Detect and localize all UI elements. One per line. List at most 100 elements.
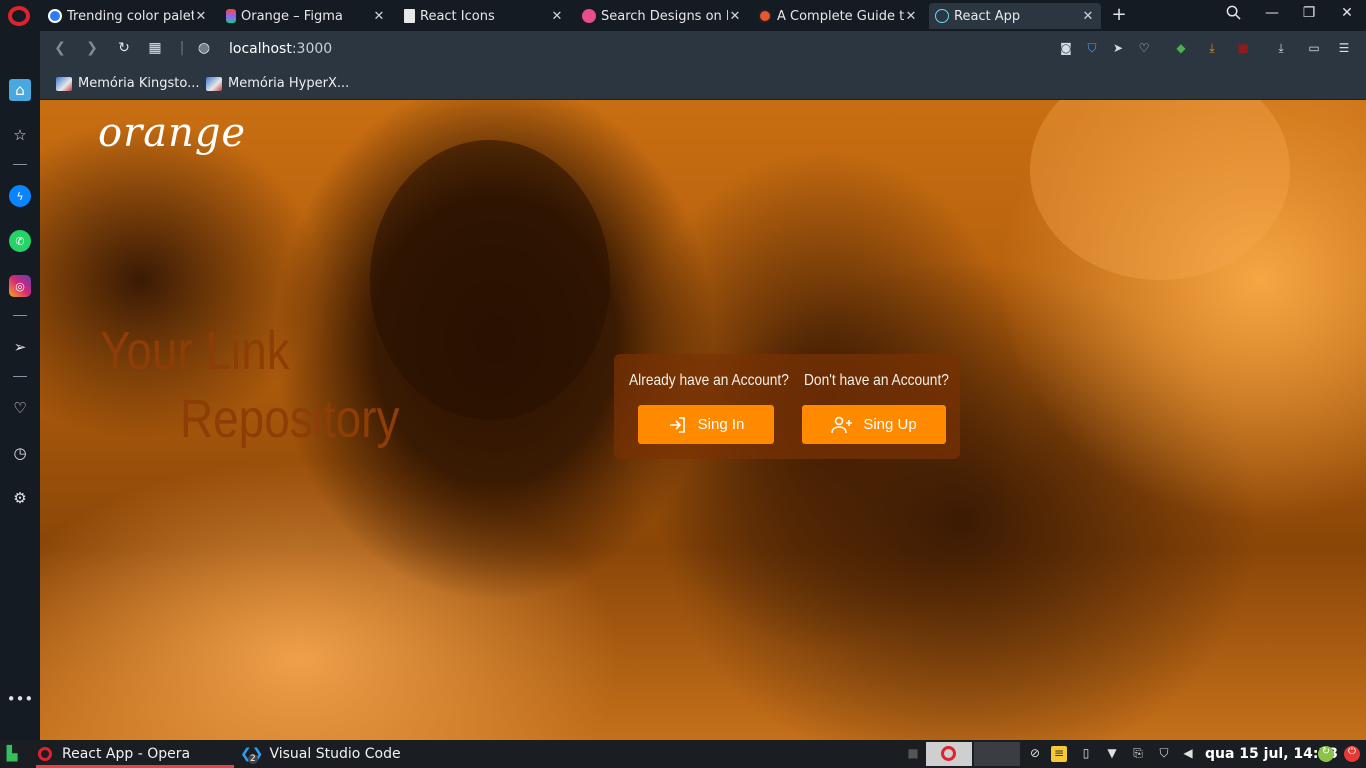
tab-css-tricks[interactable]: A Complete Guide to ✕ bbox=[752, 3, 924, 29]
search-tabs-icon[interactable] bbox=[1223, 5, 1243, 24]
opera-menu-icon[interactable] bbox=[8, 6, 30, 26]
login-icon bbox=[669, 416, 685, 433]
download-extension-icon[interactable]: ⤓ bbox=[1204, 41, 1220, 57]
signup-button[interactable]: Sing Up bbox=[802, 405, 946, 444]
css-tricks-icon bbox=[758, 9, 772, 23]
send-icon[interactable]: ➤ bbox=[1110, 41, 1126, 57]
easy-setup-icon[interactable]: ☰ bbox=[1336, 41, 1352, 57]
wifi-icon[interactable]: ▼ bbox=[1104, 746, 1120, 762]
window-count-badge: 2 bbox=[248, 754, 258, 764]
instagram-icon[interactable]: ◎ bbox=[9, 275, 31, 297]
taskbar-opera-label: React App - Opera bbox=[62, 746, 191, 762]
signin-question: Already have an Account? bbox=[629, 372, 789, 389]
update-status-icon[interactable]: ↻ bbox=[1318, 746, 1334, 762]
url-host: localhost bbox=[229, 41, 292, 57]
tab-dribbble[interactable]: Search Designs on D ✕ bbox=[576, 3, 748, 29]
url-field[interactable]: localhost:3000 bbox=[229, 41, 332, 57]
signup-question: Don't have an Account? bbox=[804, 372, 949, 389]
history-icon[interactable]: ◷ bbox=[9, 442, 31, 464]
tab-title: A Complete Guide to bbox=[777, 8, 904, 24]
minimize-icon[interactable]: — bbox=[1262, 5, 1282, 21]
camera-icon[interactable]: ◙ bbox=[1058, 41, 1074, 57]
home-icon[interactable]: ⌂ bbox=[9, 79, 31, 101]
taskbar-vscode-label: Visual Studio Code bbox=[269, 746, 401, 762]
gear-icon[interactable]: ⚙ bbox=[9, 487, 31, 509]
workspace-1[interactable] bbox=[926, 742, 972, 766]
new-tab-button[interactable]: + bbox=[1110, 4, 1128, 25]
notes-icon[interactable]: ≡ bbox=[1051, 746, 1067, 762]
reload-icon[interactable]: ↻ bbox=[116, 40, 132, 56]
extension-cube-icon[interactable]: ◆ bbox=[1173, 41, 1189, 57]
close-icon[interactable]: ✕ bbox=[550, 9, 564, 24]
tab-coolors[interactable]: Trending color palett ✕ bbox=[42, 3, 214, 29]
paperclip-icon[interactable]: ⎘ bbox=[1130, 746, 1146, 762]
tab-figma[interactable]: Orange – Figma ✕ bbox=[220, 3, 392, 29]
background-photo bbox=[370, 140, 610, 420]
hero-title-line1: Your Link bbox=[100, 321, 290, 381]
clipboard-icon[interactable]: ▯ bbox=[1078, 746, 1094, 762]
hero-title-line2: Repository bbox=[180, 389, 400, 449]
background-photo bbox=[1030, 100, 1290, 280]
close-icon[interactable]: ✕ bbox=[904, 9, 918, 24]
heart-icon[interactable]: ♡ bbox=[1136, 41, 1152, 57]
close-icon[interactable]: ✕ bbox=[194, 9, 208, 24]
bookmark-icon bbox=[206, 76, 222, 91]
security-shield-icon[interactable]: ⛉ bbox=[1156, 746, 1172, 762]
bookmark-item[interactable]: Memória HyperX... bbox=[206, 76, 349, 91]
taskbar-vscode[interactable]: ❮❯2 Visual Studio Code bbox=[240, 746, 401, 764]
shield-icon[interactable]: ⛉ bbox=[1084, 41, 1100, 57]
bookmark-label: Memória Kingsto... bbox=[78, 76, 200, 91]
app-page: orange Your Link Repository Already have… bbox=[40, 100, 1366, 740]
whatsapp-icon[interactable]: ✆ bbox=[9, 230, 31, 252]
manjaro-menu-icon[interactable]: ▙ bbox=[4, 746, 20, 762]
app-logo: orange bbox=[98, 110, 247, 156]
tab-title: React Icons bbox=[420, 8, 495, 24]
downloads-icon[interactable]: ⤓ bbox=[1273, 41, 1289, 57]
bookmark-label: Memória HyperX... bbox=[228, 76, 350, 91]
close-icon[interactable]: ✕ bbox=[372, 9, 386, 24]
tab-title: React App bbox=[954, 8, 1021, 24]
close-icon[interactable]: ✕ bbox=[1081, 9, 1095, 24]
taskbar-opera[interactable]: React App - Opera bbox=[38, 746, 190, 762]
star-icon[interactable]: ☆ bbox=[9, 124, 31, 146]
extension-icon[interactable]: ■ bbox=[1235, 41, 1251, 57]
battery-saver-icon[interactable]: ▭ bbox=[1306, 41, 1322, 57]
url-port: :3000 bbox=[291, 41, 333, 57]
bookmark-icon bbox=[56, 76, 72, 91]
workspace-icon[interactable]: ■ bbox=[905, 746, 921, 762]
signup-label: Sing Up bbox=[863, 416, 917, 433]
tab-react-app[interactable]: React App ✕ bbox=[929, 3, 1101, 29]
address-bar: ❮ ❯ ↻ ▦ | ◍ localhost:3000 ◙ ⛉ ➤ ♡ ◆ ⤓ ■… bbox=[40, 31, 1366, 68]
heart-icon[interactable]: ♡ bbox=[9, 397, 31, 419]
restore-icon[interactable]: ❐ bbox=[1299, 5, 1319, 21]
divider bbox=[13, 164, 27, 165]
opera-icon bbox=[941, 746, 956, 761]
signin-label: Sing In bbox=[697, 416, 745, 433]
close-window-icon[interactable]: ✕ bbox=[1337, 5, 1357, 21]
send-icon[interactable]: ➢ bbox=[9, 336, 31, 358]
volume-icon[interactable]: ◀ bbox=[1180, 746, 1196, 762]
figma-icon bbox=[226, 9, 236, 23]
workspace-2[interactable] bbox=[974, 742, 1020, 766]
more-icon[interactable]: ••• bbox=[7, 688, 34, 710]
tab-react-icons[interactable]: React Icons ✕ bbox=[398, 3, 570, 29]
power-icon[interactable]: ⏻ bbox=[1344, 746, 1360, 762]
notification-off-icon[interactable]: ⊘ bbox=[1027, 746, 1043, 762]
document-icon bbox=[404, 9, 415, 23]
forward-icon[interactable]: ❯ bbox=[84, 40, 100, 56]
back-icon[interactable]: ❮ bbox=[52, 40, 68, 56]
divider: | bbox=[179, 40, 185, 56]
user-plus-icon bbox=[831, 416, 853, 433]
coolors-icon bbox=[48, 9, 62, 23]
opera-icon bbox=[38, 747, 52, 761]
signin-button[interactable]: Sing In bbox=[638, 405, 774, 444]
tab-title: Search Designs on D bbox=[601, 8, 728, 24]
dribbble-icon bbox=[582, 9, 596, 23]
tab-title: Trending color palett bbox=[67, 8, 194, 24]
opera-sidebar: ⌂ ☆ ϟ ✆ ◎ ➢ ♡ ◷ ⚙ ••• bbox=[0, 31, 40, 740]
bookmark-item[interactable]: Memória Kingsto... bbox=[56, 76, 200, 91]
messenger-icon[interactable]: ϟ bbox=[9, 185, 31, 207]
tabs-grid-icon[interactable]: ▦ bbox=[147, 40, 163, 56]
close-icon[interactable]: ✕ bbox=[728, 9, 742, 24]
os-taskbar: ▙ React App - Opera ❮❯2 Visual Studio Co… bbox=[0, 740, 1366, 768]
